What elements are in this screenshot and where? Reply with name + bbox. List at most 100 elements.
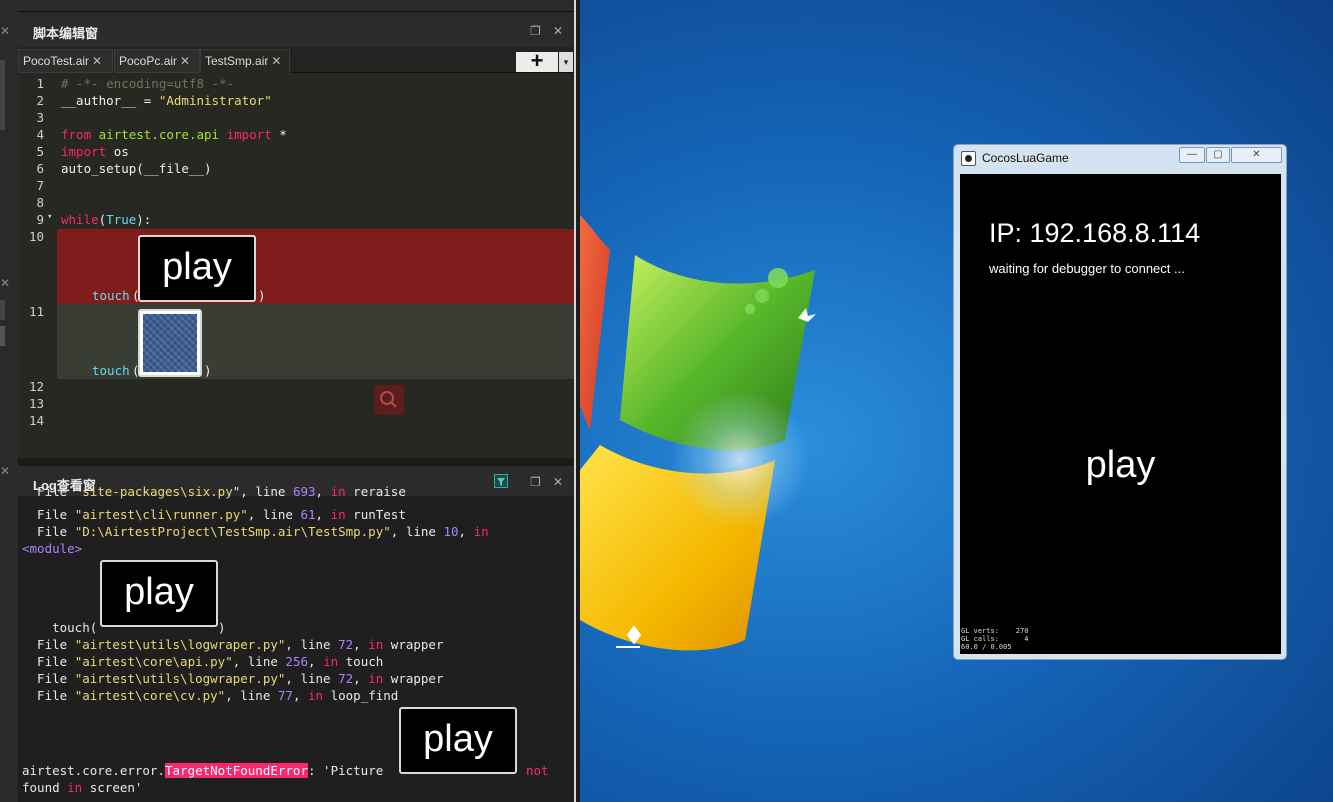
waiting-text: waiting for debugger to connect ... — [989, 261, 1185, 276]
tab-pocotest[interactable]: PocoTest.air ✕ — [18, 49, 113, 73]
code-text: import os — [61, 144, 129, 159]
error-prefix: airtest.core.error. — [22, 763, 165, 778]
minimize-button[interactable]: — — [1179, 147, 1205, 163]
code-text: # -*- encoding=utf8 -*- — [61, 76, 235, 91]
dock-close-icon[interactable]: ✕ — [0, 24, 12, 38]
dock-panel-stub — [0, 326, 5, 346]
editor-panel-header: 脚本编辑窗 ❐ ✕ — [18, 13, 574, 47]
tab-close-icon[interactable]: ✕ — [180, 54, 190, 68]
splitter[interactable] — [574, 0, 576, 802]
cocos-game-window[interactable]: CocosLuaGame — ▢ ✕ IP: 192.168.8.114 wai… — [953, 144, 1287, 660]
add-menu-chevron-icon[interactable]: ▾ — [559, 52, 573, 72]
code-line[interactable]: 3 — [18, 110, 574, 127]
code-line[interactable]: 13 — [18, 396, 574, 413]
line-number: 13 — [28, 396, 44, 411]
texture-image-thumbnail[interactable] — [138, 309, 202, 377]
error-text: screen' — [82, 780, 143, 795]
code-line[interactable]: 14 — [18, 413, 574, 430]
line-number: 9 — [36, 212, 44, 227]
log-viewer-panel: Log查看窗 ❐ ✕ touch( play ) airtest.core.er… — [18, 466, 574, 802]
dock-close-icon[interactable]: ✕ — [0, 464, 12, 478]
ide-window: ✕ ✕ ✕ 脚本编辑窗 ❐ ✕ PocoTest.air ✕ PocoPc.air… — [0, 0, 576, 802]
log-error-line-2: found in screen' — [22, 780, 142, 795]
log-error-line: airtest.core.error.TargetNotFoundError: … — [22, 763, 391, 778]
editor-panel-title: 脚本编辑窗 — [33, 26, 99, 41]
code-line[interactable]: 1 # -*- encoding=utf8 -*- — [18, 76, 574, 93]
play-button[interactable]: play — [960, 444, 1281, 487]
error-not: not — [526, 763, 549, 778]
code-line[interactable]: 8 — [18, 195, 574, 212]
code-touch-call: touch — [92, 363, 130, 378]
code-text: auto_setup(__file__) — [61, 161, 212, 176]
window-title: CocosLuaGame — [982, 151, 1069, 165]
log-line: File "airtest\cli\runner.py", line 61, i… — [22, 507, 406, 522]
error-text: found — [22, 780, 68, 795]
tab-testsmp[interactable]: TestSmp.air ✕ — [200, 49, 290, 73]
line-number: 11 — [28, 304, 44, 319]
line-number: 14 — [28, 413, 44, 428]
restore-icon[interactable]: ❐ — [530, 24, 541, 38]
app-icon — [961, 151, 976, 166]
fold-chevron-icon[interactable]: ▾ — [47, 212, 52, 222]
close-icon[interactable]: ✕ — [553, 475, 563, 489]
code-line[interactable]: 12 — [18, 379, 574, 396]
code-line[interactable]: 4 from airtest.core.api import * — [18, 127, 574, 144]
code-line[interactable]: 2 __author__ = "Administrator" — [18, 93, 574, 110]
line-number: 4 — [36, 127, 44, 142]
code-text: from airtest.core.api import * — [61, 127, 287, 142]
log-line: <module> — [22, 541, 83, 556]
window-close-button[interactable]: ✕ — [1231, 147, 1282, 163]
code-paren: ) — [258, 288, 266, 303]
tab-close-icon[interactable]: ✕ — [271, 54, 281, 68]
search-button[interactable] — [374, 385, 404, 415]
line-number: 2 — [36, 93, 44, 108]
code-line[interactable]: 9 ▾ while(True): — [18, 212, 574, 229]
ip-text: IP: 192.168.8.114 — [989, 218, 1201, 248]
tab-label: PocoPc.air — [119, 54, 178, 68]
error-message: : 'Picture — [308, 763, 391, 778]
code-line[interactable]: 5 import os — [18, 144, 574, 161]
dock-close-icon[interactable]: ✕ — [0, 276, 12, 290]
line-number: 5 — [36, 144, 44, 159]
code-paren: ) — [204, 363, 212, 378]
log-line: File "site-packages\six.py", line 693, i… — [22, 484, 406, 499]
left-dock-strip: ✕ ✕ ✕ — [0, 0, 18, 802]
code-touch-call: touch — [92, 288, 130, 303]
tab-label: TestSmp.air — [205, 54, 269, 68]
line-number: 12 — [28, 379, 44, 394]
editor-tab-bar: PocoTest.air ✕ PocoPc.air ✕ TestSmp.air ✕ — [18, 47, 574, 73]
tab-close-icon[interactable]: ✕ — [92, 54, 102, 68]
tab-pocopc[interactable]: PocoPc.air ✕ — [114, 49, 200, 73]
toolbar-strip — [18, 0, 574, 12]
code-line[interactable]: 10 — [18, 229, 574, 246]
restore-icon[interactable]: ❐ — [530, 475, 541, 489]
close-icon[interactable]: ✕ — [553, 24, 563, 38]
error-badge: TargetNotFoundError — [165, 763, 308, 778]
play-image-thumbnail[interactable]: play — [399, 707, 517, 774]
log-line: File "airtest\core\api.py", line 256, in… — [22, 654, 384, 669]
line-number: 7 — [36, 178, 44, 193]
dock-panel-stub — [0, 300, 5, 320]
code-text: __author__ = "Administrator" — [61, 93, 272, 108]
line-number: 10 — [28, 229, 44, 244]
add-script-button[interactable]: + — [516, 50, 558, 72]
log-line: File "airtest\utils\logwraper.py", line … — [22, 637, 444, 652]
maximize-button[interactable]: ▢ — [1206, 147, 1230, 163]
code-line[interactable]: 11 — [18, 304, 574, 321]
play-image-thumbnail[interactable]: play — [100, 560, 218, 627]
log-line: File "airtest\utils\logwraper.py", line … — [22, 671, 444, 686]
line-number: 1 — [36, 76, 44, 91]
script-editor-panel: 脚本编辑窗 ❐ ✕ PocoTest.air ✕ PocoPc.air ✕ Test… — [18, 0, 574, 458]
log-line: File "airtest\core\cv.py", line 77, in l… — [22, 688, 399, 703]
line-number: 8 — [36, 195, 44, 210]
filter-icon[interactable] — [494, 474, 508, 488]
code-line[interactable]: 7 — [18, 178, 574, 195]
log-line: File "D:\AirtestProject\TestSmp.air\Test… — [22, 524, 489, 539]
log-touch-close: ) — [218, 620, 226, 635]
play-image-thumbnail[interactable]: play — [138, 235, 256, 302]
code-line[interactable]: 6 auto_setup(__file__) — [18, 161, 574, 178]
line-number: 3 — [36, 110, 44, 125]
line-number: 6 — [36, 161, 44, 176]
game-canvas[interactable]: IP: 192.168.8.114 waiting for debugger t… — [960, 174, 1281, 654]
code-text: while(True): — [61, 212, 152, 227]
